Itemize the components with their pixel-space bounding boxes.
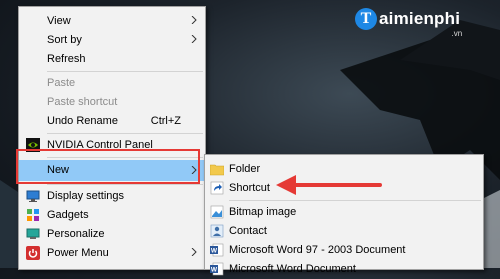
submenu-item-word-document[interactable]: W Microsoft Word Document [205,260,483,279]
logo-text: aimienphi [379,9,461,28]
annotation-arrow-icon [276,175,382,195]
submenu-arrow-icon [191,248,197,256]
menu-item-undo-rename[interactable]: Undo Rename Ctrl+Z [19,112,205,131]
display-settings-icon [26,190,40,202]
submenu-item-bitmap-image[interactable]: Bitmap image [205,203,483,222]
submenu-arrow-icon [191,35,197,43]
menu-item-paste[interactable]: Paste [19,74,205,93]
personalize-icon [26,228,40,239]
contact-icon [210,224,224,238]
menu-separator [47,184,203,185]
menu-item-power-menu[interactable]: Power Menu [19,244,205,263]
menu-item-refresh[interactable]: Refresh [19,50,205,69]
menu-separator [47,71,203,72]
menu-separator [229,200,481,201]
folder-icon [210,164,224,176]
submenu-item-word-97-2003[interactable]: W Microsoft Word 97 - 2003 Document [205,241,483,260]
taimienphi-logo: T aimienphi .vn [355,8,462,38]
menu-separator [47,133,203,134]
undo-shortcut-key: Ctrl+Z [150,115,181,127]
annotation-highlight-box [16,149,200,184]
logo-suffix: .vn [451,29,463,38]
menu-item-sort-by[interactable]: Sort by [19,31,205,50]
menu-item-paste-shortcut[interactable]: Paste shortcut [19,93,205,112]
svg-text:W: W [211,248,218,255]
submenu-item-contact[interactable]: Contact [205,222,483,241]
gadgets-icon [27,209,39,221]
new-submenu: Folder Shortcut Bitmap image Contact W M… [204,154,484,276]
word-document-icon: W [210,243,224,257]
menu-item-gadgets[interactable]: Gadgets [19,206,205,225]
menu-item-display-settings[interactable]: Display settings [19,187,205,206]
word-document-icon: W [210,262,224,276]
menu-item-personalize[interactable]: Personalize [19,225,205,244]
power-icon [26,246,40,260]
submenu-arrow-icon [191,16,197,24]
bitmap-image-icon [210,205,224,219]
desktop-context-menu: View Sort by Refresh Paste Paste shortcu… [18,6,206,270]
menu-item-view[interactable]: View [19,12,205,31]
shortcut-icon [210,181,224,195]
logo-letter: T [355,8,377,30]
